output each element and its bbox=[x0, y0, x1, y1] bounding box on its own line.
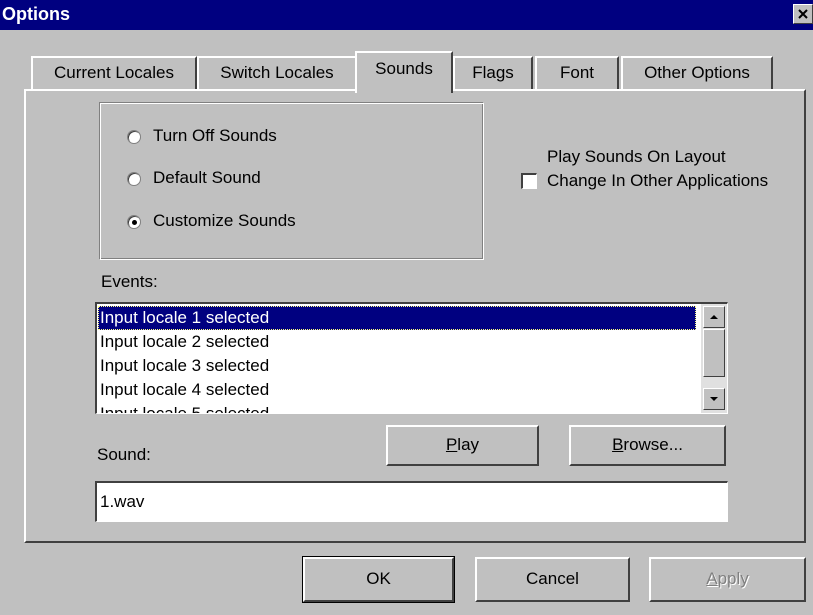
radio-button[interactable] bbox=[127, 215, 141, 229]
list-item[interactable]: Input locale 2 selected bbox=[98, 330, 696, 354]
list-item[interactable]: Input locale 5 selected bbox=[98, 402, 696, 413]
play-on-layout-change-label: Play Sounds On Layout Change In Other Ap… bbox=[547, 147, 769, 190]
options-dialog: Options Current Locales Switch Locales S… bbox=[0, 0, 813, 615]
tab-label: Other Options bbox=[644, 63, 750, 82]
list-item[interactable]: Input locale 3 selected bbox=[98, 354, 696, 378]
tab-label: Switch Locales bbox=[220, 63, 334, 82]
events-label: Events: bbox=[101, 272, 158, 291]
tab-font[interactable]: Font bbox=[535, 56, 619, 89]
tab-other-options[interactable]: Other Options bbox=[621, 56, 773, 89]
tab-label: Current Locales bbox=[53, 63, 174, 82]
radio-dot bbox=[132, 220, 137, 225]
radio-label: Default Sound bbox=[153, 168, 261, 187]
arrow-down-icon bbox=[710, 397, 718, 401]
close-icon bbox=[798, 9, 808, 19]
close-button[interactable] bbox=[793, 4, 813, 24]
list-item[interactable]: Input locale 4 selected bbox=[98, 378, 696, 402]
cancel-button[interactable]: Cancel bbox=[475, 557, 630, 602]
play-button[interactable]: Play bbox=[386, 425, 539, 466]
tab-sounds[interactable]: Sounds bbox=[355, 51, 453, 93]
browse-button-label: Browse... bbox=[612, 435, 683, 454]
apply-button-label: Apply bbox=[706, 569, 749, 588]
apply-button[interactable]: Apply bbox=[649, 557, 806, 602]
tab-current-locales[interactable]: Current Locales bbox=[31, 56, 197, 89]
cancel-button-label: Cancel bbox=[526, 569, 579, 588]
play-on-layout-change-checkbox[interactable] bbox=[521, 173, 537, 189]
title-bar[interactable]: Options bbox=[0, 0, 813, 30]
scroll-thumb[interactable] bbox=[703, 329, 725, 377]
events-listbox[interactable]: Input locale 1 selected Input locale 2 s… bbox=[95, 302, 728, 414]
ok-button-label: OK bbox=[366, 569, 391, 588]
radio-label: Turn Off Sounds bbox=[153, 126, 277, 145]
radio-label: Customize Sounds bbox=[153, 211, 296, 230]
ok-button[interactable]: OK bbox=[302, 556, 455, 603]
radio-button[interactable] bbox=[127, 172, 141, 186]
scroll-up-button[interactable] bbox=[703, 306, 725, 328]
list-item[interactable]: Input locale 1 selected bbox=[98, 306, 696, 330]
tab-switch-locales[interactable]: Switch Locales bbox=[197, 56, 357, 89]
tab-label: Font bbox=[559, 63, 595, 82]
scroll-down-button[interactable] bbox=[703, 388, 725, 410]
events-scrollbar[interactable] bbox=[701, 304, 727, 413]
browse-button[interactable]: Browse... bbox=[569, 425, 726, 466]
radio-button[interactable] bbox=[127, 130, 141, 144]
sound-file-field[interactable] bbox=[95, 481, 728, 522]
tab-flags[interactable]: Flags bbox=[453, 56, 533, 89]
play-button-label: Play bbox=[445, 435, 480, 454]
tab-label: Flags bbox=[472, 63, 514, 82]
tab-label: Sounds bbox=[375, 59, 433, 78]
sound-label: Sound: bbox=[97, 445, 151, 464]
window-title: Options bbox=[2, 4, 70, 24]
arrow-up-icon bbox=[710, 315, 718, 319]
